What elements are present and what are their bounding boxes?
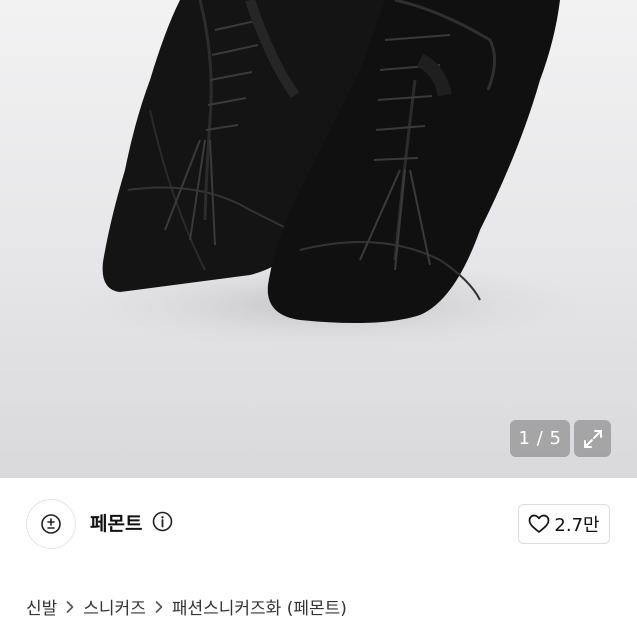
product-image-gallery[interactable]: 1 / 5 (0, 0, 637, 478)
category-breadcrumb: 신발 스니커즈 패션스니커즈화 (페몬트) (26, 594, 347, 619)
store-logo[interactable] (26, 499, 76, 549)
heart-icon (529, 514, 550, 533)
chevron-right-icon (154, 600, 164, 614)
like-count: 2.7만 (554, 515, 600, 536)
store-row: 페몬트 2.7만 (0, 478, 637, 568)
product-photo-shoes (70, 0, 590, 350)
breadcrumb-item-sneakers[interactable]: 스니커즈 (83, 594, 146, 619)
chevron-right-icon (65, 600, 75, 614)
plus-minus-icon (41, 514, 61, 534)
breadcrumb-item-shoes[interactable]: 신발 (26, 594, 57, 619)
expand-button[interactable] (574, 420, 611, 457)
store-name[interactable]: 페몬트 (90, 509, 142, 536)
info-icon[interactable] (152, 511, 173, 532)
expand-icon (583, 429, 602, 448)
image-counter: 1 / 5 (510, 420, 570, 457)
breadcrumb-item-fashion-sneakers[interactable]: 패션스니커즈화 (페몬트) (172, 594, 347, 619)
like-button[interactable]: 2.7만 (518, 504, 610, 544)
